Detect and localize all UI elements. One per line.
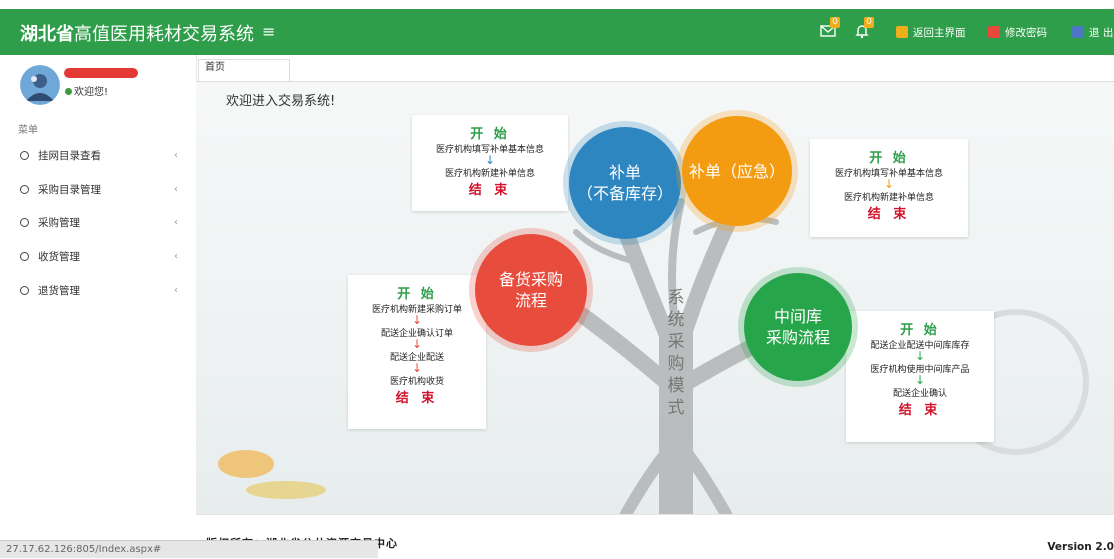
home-button[interactable]: 返回主界面 (896, 23, 966, 43)
bell-icon[interactable]: 0 (854, 17, 874, 43)
sidebar-item-returns[interactable]: 退货管理 ‹ (0, 276, 196, 306)
chevron-left-icon: ‹ (174, 217, 178, 228)
sidebar-item-purchase[interactable]: 采购管理 ‹ (0, 208, 196, 238)
arrow-down-icon: ↓ (484, 153, 496, 167)
power-icon (1072, 26, 1084, 38)
browser-status-url: 27.17.62.126:805/Index.aspx# (0, 540, 378, 558)
chevron-left-icon: ‹ (174, 184, 178, 195)
home-icon (896, 26, 908, 38)
system-purchase-mode-label: 系 统 采 购 模 式 (667, 288, 685, 418)
mail-icon[interactable]: 0 (820, 17, 840, 43)
circle-icon (20, 252, 29, 261)
menu-toggle-button[interactable]: ≡ (262, 22, 275, 41)
arrow-down-icon: ↓ (411, 361, 423, 375)
username-redacted (64, 68, 138, 78)
top-strip (0, 0, 1114, 9)
app-title: 湖北省高值医用耗材交易系统 (20, 24, 254, 45)
menu-heading: 菜单 (18, 125, 38, 136)
change-password-button[interactable]: 修改密码 (988, 23, 1047, 43)
arrow-down-icon: ↓ (411, 337, 423, 351)
key-icon (988, 26, 1000, 38)
circle-icon (20, 286, 29, 295)
mail-badge: 0 (830, 17, 840, 28)
arrow-down-icon: ↓ (411, 313, 423, 327)
tab-bar: 首页 (196, 59, 1114, 82)
bell-badge: 0 (864, 17, 874, 28)
arrow-down-icon: ↓ (883, 177, 895, 191)
sidebar-item-catalog-view[interactable]: 挂网目录查看 ‹ (0, 141, 196, 171)
sidebar-item-receiving[interactable]: 收货管理 ‹ (0, 242, 196, 272)
stock-purchase-flow-card: 开 始 医疗机构新建采购订单 ↓ 配送企业确认订单 ↓ 配送企业配送 ↓ 医疗机… (348, 275, 486, 429)
sidebar: 欢迎您! 菜单 挂网目录查看 ‹ 采购目录管理 ‹ 采购管理 ‹ 收货管理 ‹ … (0, 55, 197, 558)
supplement-circle[interactable]: 补单 （不备库存） (569, 127, 681, 239)
tab-home[interactable]: 首页 (198, 59, 290, 81)
online-dot-icon (65, 88, 72, 95)
main-content: 欢迎进入交易系统! 开 始 医疗机构填写补单基本信息 ↓ 医疗机构新建补单信息 … (196, 82, 1114, 514)
chevron-left-icon: ‹ (174, 285, 178, 296)
middle-warehouse-flow-card: 开 始 配送企业配送中间库库存 ↓ 医疗机构使用中间库产品 ↓ 配送企业确认 结… (846, 311, 994, 442)
top-header: 湖北省高值医用耗材交易系统 ≡ 0 0 返回主界面 修改密码 退 出 (0, 9, 1114, 55)
circle-icon (20, 151, 29, 160)
emergency-circle[interactable]: 补单（应急） (682, 116, 792, 226)
emergency-flow-card: 开 始 医疗机构填写补单基本信息 ↓ 医疗机构新建补单信息 结 束 (810, 139, 968, 237)
welcome-text: 欢迎您! (65, 83, 108, 98)
chevron-left-icon: ‹ (174, 251, 178, 262)
supplement-flow-card: 开 始 医疗机构填写补单基本信息 ↓ 医疗机构新建补单信息 结 束 (412, 115, 568, 211)
middle-warehouse-circle[interactable]: 中间库 采购流程 (744, 273, 852, 381)
version-text: Version 2.0 (1047, 541, 1114, 553)
chevron-left-icon: ‹ (174, 150, 178, 161)
avatar (20, 65, 60, 105)
logout-button[interactable]: 退 出 (1072, 23, 1113, 43)
stock-purchase-circle[interactable]: 备货采购 流程 (475, 234, 587, 346)
arrow-down-icon: ↓ (914, 373, 926, 387)
sidebar-item-catalog-manage[interactable]: 采购目录管理 ‹ (0, 175, 196, 205)
circle-icon (20, 185, 29, 194)
arrow-down-icon: ↓ (914, 349, 926, 363)
circle-icon (20, 218, 29, 227)
